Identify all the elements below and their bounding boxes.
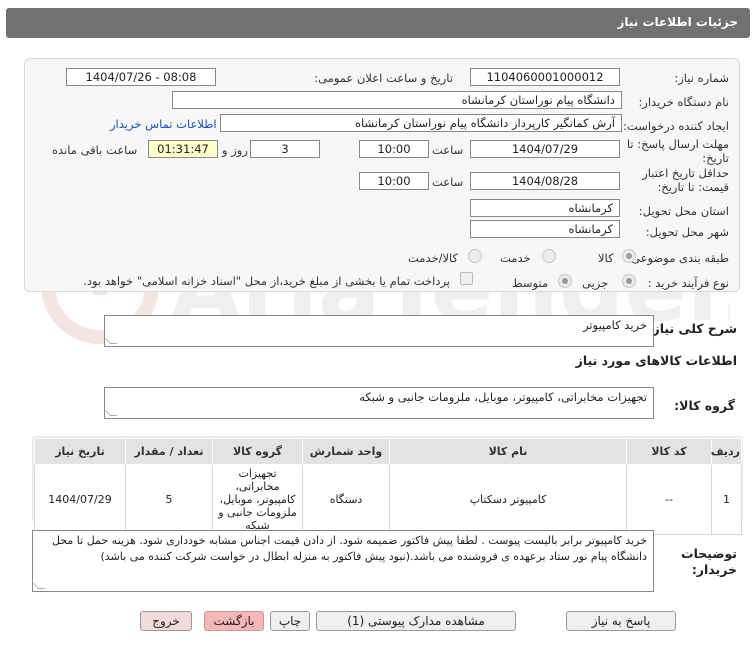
- cell-goods-group: تجهیزات مخابراتی، کامپیوتر، موبایل، ملزو…: [212, 464, 303, 535]
- buyer-field: دانشگاه پیام نوراستان کرمانشاه: [172, 91, 622, 109]
- summary-field: خرید کامپیوتر: [104, 315, 654, 347]
- col-header-need-date: تاریخ نیاز: [34, 438, 126, 465]
- buyer-notes-text: خرید کامپیوتر برابر بالیست پیوست . لطفا …: [51, 534, 647, 563]
- table-row: 1 -- کامپیوتر دسکتاپ دستگاه تجهیزات مخاب…: [34, 464, 742, 535]
- days-label: روز و: [222, 143, 248, 157]
- category-radio-goods-service[interactable]: [468, 249, 482, 263]
- goods-group-text: تجهیزات مخابراتی، کامپیوتر، موبایل، ملزو…: [359, 390, 647, 404]
- buyer-notes-label: توضیحات خریدار:: [681, 546, 737, 577]
- cell-row-number: 1: [711, 464, 742, 535]
- category-option-goods-service: کالا/خدمت: [408, 251, 459, 265]
- view-attachments-button[interactable]: مشاهده مدارک پیوستی (1): [316, 611, 516, 631]
- cell-item-name: کامپیوتر دسکتاپ: [389, 464, 627, 535]
- cell-quantity: 5: [125, 464, 213, 535]
- col-header-item-code: کد کالا: [626, 438, 712, 465]
- reply-button[interactable]: پاسخ به نیاز: [566, 611, 676, 631]
- col-header-goods-group: گروه کالا: [212, 438, 303, 465]
- category-radio-goods[interactable]: [622, 249, 636, 263]
- process-radio-minor[interactable]: [622, 274, 636, 288]
- announce-field: 1404/07/26 - 08:08: [66, 68, 216, 86]
- treasury-checkbox[interactable]: [460, 272, 473, 285]
- need-number-field: 1104060001000012: [470, 68, 620, 86]
- announce-label: تاریخ و ساعت اعلان عمومی:: [314, 71, 453, 85]
- validity-time-label: ساعت: [432, 175, 464, 189]
- goods-group-label: گروه کالا:: [674, 398, 735, 413]
- buyer-label: نام دستگاه خریدار:: [638, 95, 729, 109]
- cell-item-code: --: [626, 464, 712, 535]
- category-radio-service[interactable]: [542, 249, 556, 263]
- contact-info-link[interactable]: اطلاعات تماس خریدار: [110, 117, 217, 131]
- cell-need-date: 1404/07/29: [34, 464, 126, 535]
- process-option-medium: متوسط: [512, 276, 549, 290]
- province-field: کرمانشاه: [470, 199, 620, 217]
- buyer-notes-field: خرید کامپیوتر برابر بالیست پیوست . لطفا …: [32, 530, 654, 592]
- deadline-label: مهلت ارسال پاسخ: تا تاریخ:: [626, 137, 729, 165]
- category-option-service: خدمت: [500, 251, 531, 265]
- exit-button[interactable]: خروج: [140, 611, 192, 631]
- print-button[interactable]: چاپ: [270, 611, 310, 631]
- validity-label: حداقل تاریخ اعتبار قیمت: تا تاریخ:: [642, 166, 729, 194]
- city-field: کرمانشاه: [470, 220, 620, 238]
- creator-label: ایجاد کننده درخواست:: [623, 119, 729, 133]
- summary-text: خرید کامپیوتر: [583, 318, 647, 332]
- need-number-label: شماره نیاز:: [674, 71, 729, 85]
- remaining-time-field: 01:31:47: [148, 140, 218, 158]
- goods-group-field: تجهیزات مخابراتی، کامپیوتر، موبایل، ملزو…: [104, 387, 654, 419]
- remaining-label: ساعت باقی مانده: [52, 143, 138, 157]
- validity-time-field: 10:00: [359, 172, 429, 190]
- items-table: ردیف کد کالا نام کالا واحد شمارش گروه کا…: [34, 438, 742, 535]
- province-label: استان محل تحویل:: [638, 204, 729, 218]
- deadline-time-field: 10:00: [359, 140, 429, 158]
- deadline-time-label: ساعت: [432, 143, 464, 157]
- payment-note: پرداخت تمام یا بخشی از مبلغ خرید،از محل …: [83, 274, 450, 288]
- col-header-quantity: تعداد / مقدار: [125, 438, 213, 465]
- deadline-date-field: 1404/07/29: [470, 140, 620, 158]
- col-header-item-name: نام کالا: [389, 438, 627, 465]
- creator-field: آرش کمانگیر کارپرداز دانشگاه پیام نوراست…: [220, 114, 622, 132]
- col-header-row-number: ردیف: [711, 438, 742, 465]
- validity-date-field: 1404/08/28: [470, 172, 620, 190]
- page-header: جزئیات اطلاعات نیاز: [6, 8, 750, 38]
- col-header-unit: واحد شمارش: [302, 438, 390, 465]
- page: AriaTender.neT جزئیات اطلاعات نیاز شماره…: [0, 0, 755, 648]
- process-label: نوع فرآیند خرید :: [647, 276, 729, 290]
- city-label: شهر محل تحویل:: [645, 225, 729, 239]
- process-option-minor: جزیی: [582, 276, 609, 290]
- summary-label: شرح کلی نیاز:: [647, 321, 737, 336]
- goods-info-title: اطلاعات کالاهای مورد نیاز: [575, 353, 737, 368]
- page-title: جزئیات اطلاعات نیاز: [617, 15, 738, 29]
- cell-unit: دستگاه: [302, 464, 390, 535]
- category-label: طبقه بندی موضوعی:: [627, 251, 729, 265]
- process-radio-medium[interactable]: [558, 274, 572, 288]
- back-button[interactable]: بازگشت: [204, 611, 264, 631]
- days-field: 3: [250, 140, 320, 158]
- category-option-goods: کالا: [598, 251, 614, 265]
- table-header-row: ردیف کد کالا نام کالا واحد شمارش گروه کا…: [34, 438, 742, 465]
